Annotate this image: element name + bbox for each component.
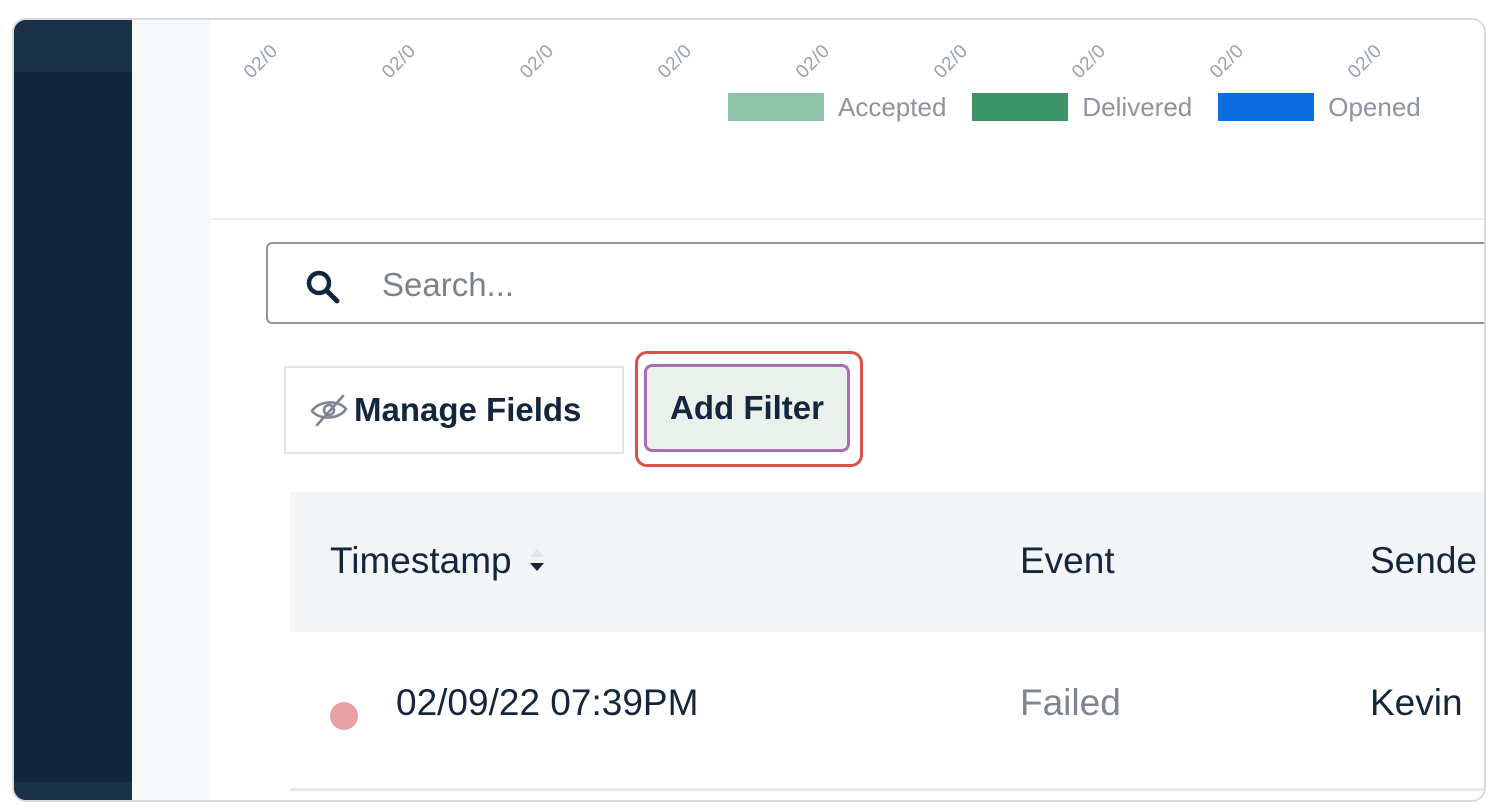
date-tick: 02/0	[378, 40, 421, 83]
manage-fields-label: Manage Fields	[354, 391, 582, 428]
add-filter-button[interactable]: Add Filter	[644, 364, 850, 452]
table-row[interactable]: 02/09/22 07:39PM Failed Kevin	[290, 632, 1484, 791]
add-filter-label: Add Filter	[670, 389, 824, 426]
date-axis-ticks: 02/0 02/0 02/0 02/0 02/0 02/0 02/0 02/0 …	[210, 20, 1484, 83]
legend-swatch-delivered	[972, 93, 1069, 121]
date-tick: 02/0	[240, 40, 283, 83]
date-tick: 02/0	[792, 40, 835, 83]
table-header: Timestamp Event Sende	[290, 492, 1484, 632]
column-header-timestamp[interactable]: Timestamp	[330, 540, 548, 582]
row-sender: Kevin	[1370, 682, 1463, 723]
sort-icon[interactable]	[526, 546, 548, 576]
app-window: 02/0 02/0 02/0 02/0 02/0 02/0 02/0 02/0 …	[12, 18, 1486, 802]
column-header-timestamp-label: Timestamp	[330, 540, 512, 581]
legend-label-delivered: Delivered	[1082, 91, 1193, 122]
row-timestamp: 02/09/22 07:39PM	[396, 682, 699, 723]
legend-item-accepted[interactable]: Accepted	[728, 92, 946, 123]
chart-legend: Accepted Delivered Opened	[728, 92, 1447, 122]
search-icon	[306, 270, 340, 304]
legend-swatch-accepted	[728, 93, 824, 121]
nav-rail-top-band	[14, 20, 132, 72]
column-header-event[interactable]: Event	[1020, 540, 1115, 582]
legend-item-opened[interactable]: Opened	[1218, 92, 1421, 123]
legend-swatch-opened	[1218, 93, 1315, 121]
date-tick: 02/0	[516, 40, 559, 83]
search-input[interactable]	[380, 260, 1384, 310]
eye-slash-icon	[310, 394, 348, 427]
legend-item-delivered[interactable]: Delivered	[972, 92, 1192, 123]
date-tick: 02/0	[654, 40, 697, 83]
events-table: Timestamp Event Sende 02/09/22 07:39PM F…	[290, 492, 1484, 791]
date-tick: 02/0	[1068, 40, 1111, 83]
chart-fragment: 02/0 02/0 02/0 02/0 02/0 02/0 02/0 02/0 …	[210, 20, 1484, 220]
legend-label-opened: Opened	[1328, 91, 1421, 122]
column-header-sender-label: Sende	[1370, 540, 1477, 581]
left-nav-rail	[14, 20, 132, 800]
date-tick: 02/0	[1344, 40, 1387, 83]
search-box[interactable]	[266, 242, 1484, 324]
manage-fields-button[interactable]: Manage Fields	[284, 366, 624, 454]
column-header-sender[interactable]: Sende	[1370, 540, 1477, 582]
row-event: Failed	[1020, 682, 1121, 723]
column-header-event-label: Event	[1020, 540, 1115, 581]
legend-label-accepted: Accepted	[838, 91, 947, 122]
nav-rail-bottom-band	[14, 782, 132, 800]
main-content: 02/0 02/0 02/0 02/0 02/0 02/0 02/0 02/0 …	[210, 20, 1484, 800]
content-gutter	[132, 20, 210, 800]
status-dot	[330, 702, 358, 730]
date-tick: 02/0	[1206, 40, 1249, 83]
date-tick: 02/0	[930, 40, 973, 83]
